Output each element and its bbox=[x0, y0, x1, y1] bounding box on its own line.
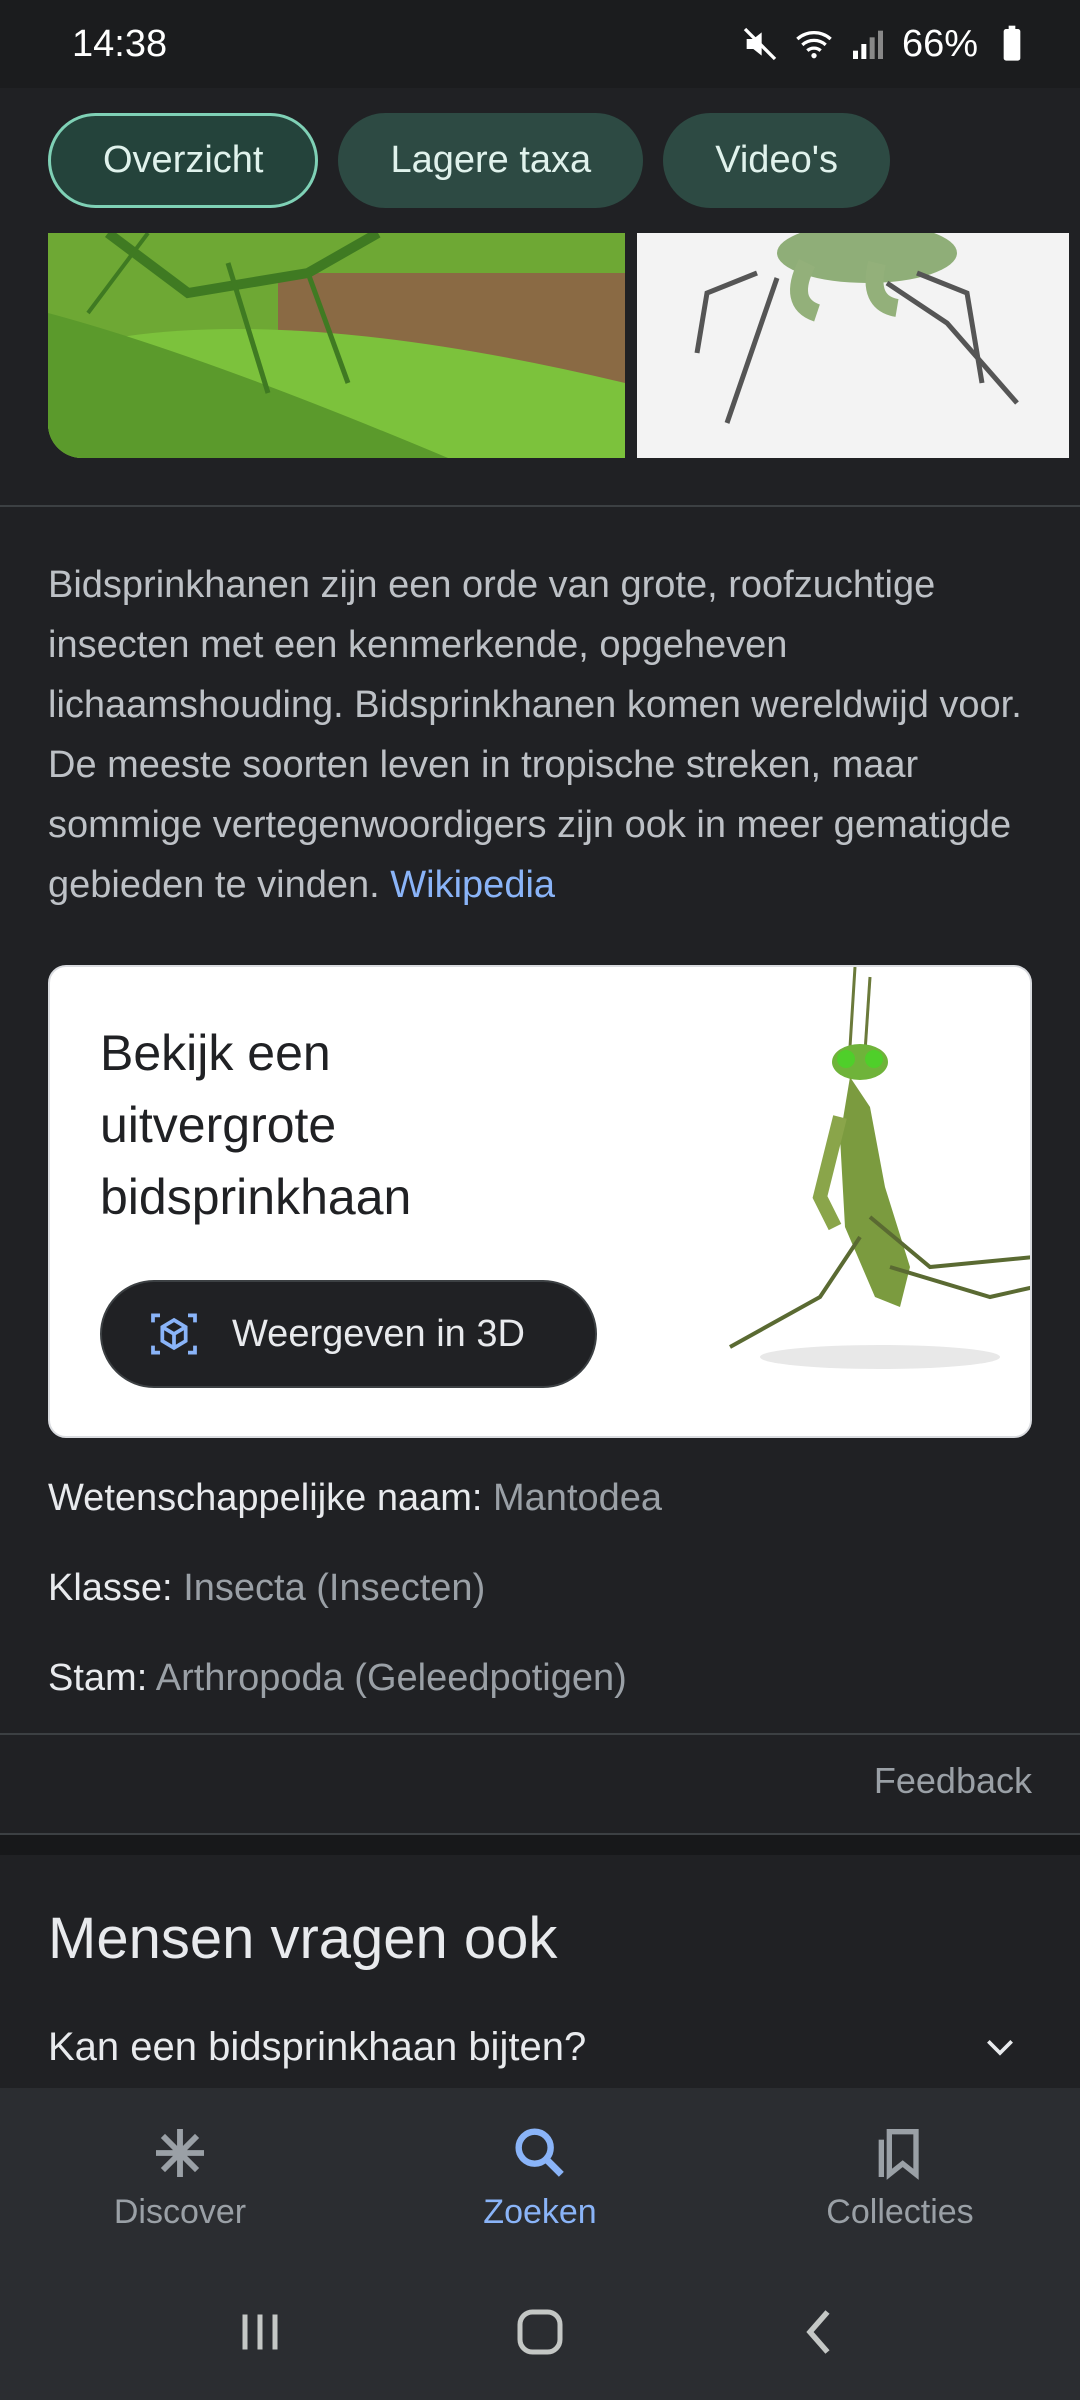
nav-discover[interactable]: Discover bbox=[30, 2121, 330, 2232]
recent-apps-icon[interactable] bbox=[230, 2302, 290, 2362]
nav-discover-label: Discover bbox=[113, 2192, 247, 2231]
feedback-link[interactable]: Feedback bbox=[874, 1760, 1032, 1802]
paa-question[interactable]: Kan een bidsprinkhaan bijten? bbox=[48, 2025, 1032, 2070]
fact-value-link[interactable]: Arthropoda (Geleedpotigen) bbox=[156, 1657, 627, 1699]
wifi-icon bbox=[796, 31, 832, 59]
battery-icon bbox=[1003, 25, 1021, 61]
search-icon bbox=[515, 2127, 564, 2177]
fact-value-link[interactable]: Mantodea bbox=[493, 1477, 662, 1519]
cube-3d-icon bbox=[151, 1313, 197, 1355]
image-strip bbox=[0, 233, 1080, 458]
mantis-photo-white[interactable] bbox=[637, 233, 1069, 458]
asterisk-icon bbox=[156, 2128, 204, 2177]
fact-label: Klasse: bbox=[48, 1567, 173, 1609]
chevron-down-icon bbox=[987, 2039, 1013, 2056]
description-text: Bidsprinkhanen zijn een orde van grote, … bbox=[48, 564, 1022, 906]
status-icons: 66% bbox=[740, 23, 1032, 66]
nav-collections[interactable]: Collecties bbox=[750, 2121, 1050, 2232]
nav-search-label: Zoeken bbox=[483, 2192, 597, 2231]
description: Bidsprinkhanen zijn een orde van grote, … bbox=[48, 555, 1038, 915]
fact-value-link[interactable]: Insecta (Insecten) bbox=[183, 1567, 485, 1609]
status-time: 14:38 bbox=[72, 22, 168, 65]
bottom-navigation: Discover Zoeken Collecties bbox=[0, 2088, 1080, 2264]
nav-collections-label: Collecties bbox=[826, 2192, 974, 2231]
view-in-3d-label: Weergeven in 3D bbox=[232, 1312, 525, 1355]
fact-phylum: Stam: Arthropoda (Geleedpotigen) bbox=[48, 1657, 627, 1700]
section-gap bbox=[0, 1835, 1080, 1855]
home-icon[interactable] bbox=[510, 2302, 570, 2362]
filter-chips: Overzicht Lagere taxa Video's bbox=[0, 88, 1080, 233]
chip-overzicht[interactable]: Overzicht bbox=[48, 113, 319, 208]
mute-icon bbox=[743, 27, 777, 61]
view-3d-card[interactable]: Bekijk een uitvergrote bidsprinkhaan Wee… bbox=[48, 965, 1032, 1438]
signal-icon bbox=[852, 30, 883, 59]
card3d-title: Bekijk een uitvergrote bidsprinkhaan bbox=[100, 1025, 412, 1225]
mantis-3d-image bbox=[670, 967, 1030, 1436]
nav-search[interactable]: Zoeken bbox=[390, 2121, 690, 2232]
chip-videos[interactable]: Video's bbox=[663, 113, 890, 208]
divider bbox=[0, 505, 1080, 507]
chip-lagere-taxa[interactable]: Lagere taxa bbox=[338, 113, 644, 208]
status-bar: 14:38 66% bbox=[0, 0, 1080, 88]
people-also-ask-title: Mensen vragen ook bbox=[48, 1906, 558, 1971]
fact-class: Klasse: Insecta (Insecten) bbox=[48, 1567, 485, 1610]
fact-label: Wetenschappelijke naam: bbox=[48, 1477, 483, 1519]
back-icon[interactable] bbox=[790, 2302, 850, 2362]
fact-scientific-name: Wetenschappelijke naam: Mantodea bbox=[48, 1477, 662, 1520]
divider bbox=[0, 1733, 1080, 1735]
system-navigation bbox=[0, 2264, 1080, 2400]
battery-percent: 66% bbox=[901, 22, 978, 65]
view-in-3d-button[interactable]: Weergeven in 3D bbox=[100, 1280, 597, 1388]
mantis-photo-leaves[interactable] bbox=[48, 233, 625, 458]
bookmarks-icon bbox=[878, 2128, 919, 2180]
paa-question-text: Kan een bidsprinkhaan bijten? bbox=[48, 2025, 587, 2069]
wikipedia-link[interactable]: Wikipedia bbox=[390, 864, 555, 906]
fact-label: Stam: bbox=[48, 1657, 148, 1699]
